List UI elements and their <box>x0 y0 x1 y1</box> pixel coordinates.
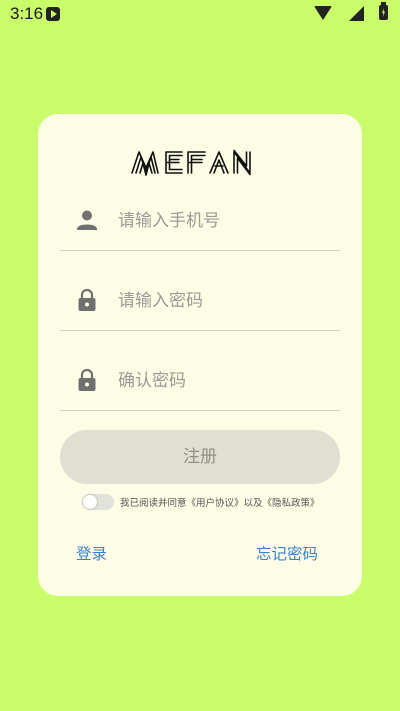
mefan-logo <box>131 149 251 176</box>
agreement-toggle[interactable] <box>82 494 114 510</box>
person-icon <box>77 210 97 230</box>
register-card: 注册 我已阅读并同意《用户协议》以及《隐私政策》 登录 忘记密码 <box>38 114 362 596</box>
password-field-row <box>60 272 340 331</box>
agreement-row: 我已阅读并同意《用户协议》以及《隐私政策》 <box>82 494 332 510</box>
login-link[interactable]: 登录 <box>76 542 107 564</box>
wifi-icon <box>314 6 332 20</box>
lock-icon <box>78 368 96 391</box>
status-bar: 3:16 <box>0 0 400 28</box>
phone-input[interactable] <box>118 206 328 236</box>
register-button[interactable]: 注册 <box>60 430 340 484</box>
status-time: 3:16 <box>10 4 44 23</box>
toggle-knob <box>83 495 97 509</box>
battery-charging-icon <box>379 2 388 20</box>
signal-icon <box>349 6 364 21</box>
app-notification-icon <box>46 7 60 21</box>
password-input[interactable] <box>118 286 328 316</box>
confirm-password-input[interactable] <box>118 366 328 396</box>
confirm-password-field-row <box>60 352 340 411</box>
lock-icon <box>78 288 96 311</box>
phone-field-row <box>60 192 340 251</box>
agreement-text[interactable]: 我已阅读并同意《用户协议》以及《隐私政策》 <box>120 495 320 509</box>
forgot-password-link[interactable]: 忘记密码 <box>256 542 318 564</box>
